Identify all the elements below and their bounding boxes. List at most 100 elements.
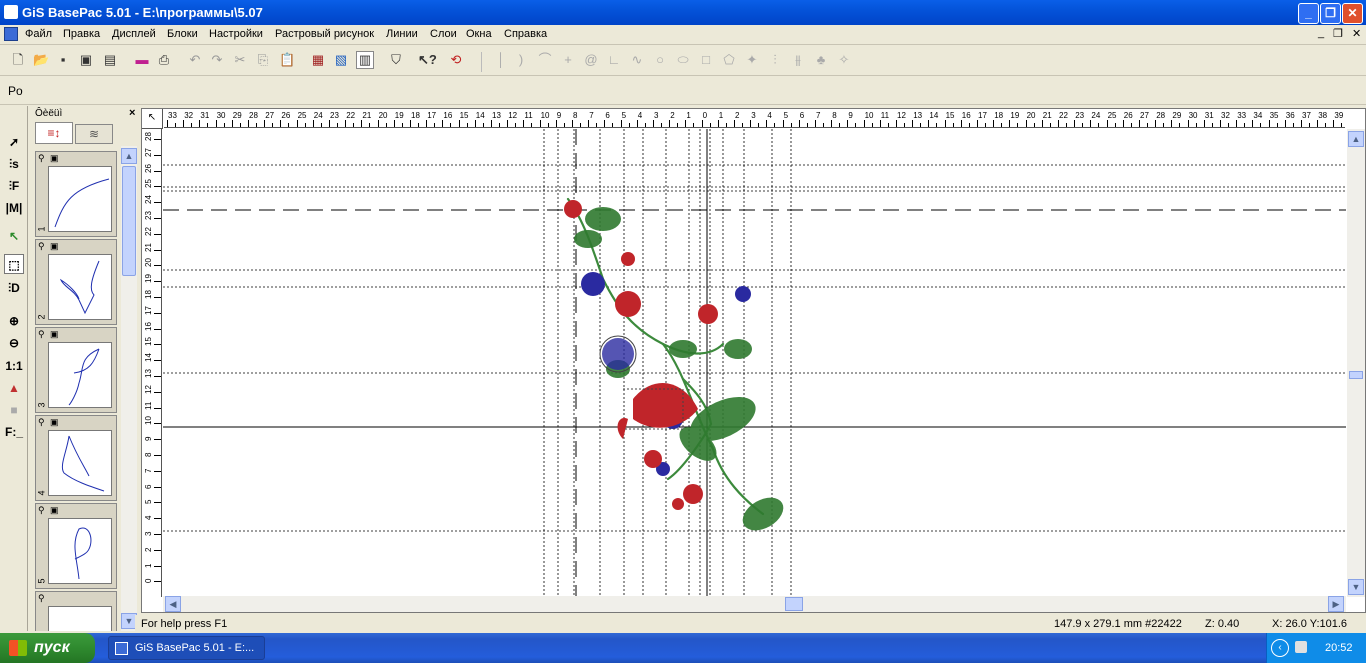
menu-raster[interactable]: Растровый рисунок (275, 28, 374, 40)
line-tool-icon[interactable]: │ (492, 51, 510, 69)
magic-wand-icon[interactable]: ✦ (743, 51, 761, 69)
visibility-icon[interactable]: ⚲ (38, 153, 45, 164)
doc-icon[interactable] (4, 27, 18, 41)
fill-tool-icon[interactable]: ⫶F (4, 176, 24, 196)
menu-edit[interactable]: Правка (63, 28, 100, 40)
menu-windows[interactable]: Окна (466, 28, 492, 40)
menu-layers[interactable]: Слои (430, 28, 457, 40)
menu-lines[interactable]: Линии (386, 28, 418, 40)
layer-thumb[interactable]: ⚲ ▣ 5 (35, 503, 117, 589)
layer-scroll-thumb[interactable] (122, 166, 136, 276)
paste-icon[interactable]: 📋 (278, 51, 296, 69)
scroll-down-icon[interactable]: ▼ (1348, 579, 1364, 595)
refresh-icon[interactable]: ⟲ (447, 51, 465, 69)
layer-scrollbar[interactable]: ▲ ▼ (121, 146, 137, 631)
layer-thumb[interactable]: ⚲ (35, 591, 117, 631)
motif-tool-icon[interactable]: |M| (4, 198, 24, 218)
scroll-right-icon[interactable]: ▶ (1328, 596, 1344, 612)
menu-display[interactable]: Дисплей (112, 28, 156, 40)
lock-icon[interactable]: ▣ (50, 241, 59, 252)
menu-file[interactable]: Файл (25, 28, 52, 40)
lock-icon[interactable]: ▣ (50, 505, 59, 516)
align-tool-icon[interactable]: ⫵ (789, 51, 807, 69)
layer-panel-close-icon[interactable]: × (129, 107, 135, 119)
disabled-tool-icon[interactable]: ■ (4, 400, 24, 420)
polyline-tool-icon[interactable]: ∿ (628, 51, 646, 69)
minimize-button[interactable]: _ (1298, 3, 1319, 24)
ruler-corner-icon[interactable]: ↖ (142, 109, 163, 129)
zoom-1-1-label[interactable]: 1:1 (4, 356, 24, 376)
tab-layers[interactable]: ≋ (75, 124, 113, 144)
color-shapes-icon[interactable]: ▲ (4, 378, 24, 398)
rectangle-tool-icon[interactable]: □ (697, 51, 715, 69)
menu-help[interactable]: Справка (504, 28, 547, 40)
new-file-icon[interactable]: 🗋 (9, 51, 27, 69)
tray-expand-icon[interactable]: ‹ (1271, 639, 1289, 657)
ellipse-tool-icon[interactable]: ⬭ (674, 51, 692, 69)
po-label[interactable]: Po (8, 84, 23, 98)
help-pointer-icon[interactable]: ↖? (417, 51, 437, 69)
mdi-close-button[interactable]: ✕ (1352, 27, 1361, 40)
arc-tool-icon[interactable]: ) (512, 51, 530, 69)
tab-colors[interactable]: ≡↕ (35, 122, 73, 144)
zoom-in-icon[interactable]: ⊕ (4, 311, 24, 331)
rect-select-icon[interactable]: ⬚ (4, 254, 24, 274)
group-tool-icon[interactable]: ♣ (812, 51, 830, 69)
lock-icon[interactable]: ▣ (50, 417, 59, 428)
maximize-button[interactable]: ❐ (1320, 3, 1341, 24)
effect-tool-icon[interactable]: ✧ (835, 51, 853, 69)
digitize-tool-icon[interactable]: ⫶D (4, 278, 24, 298)
spiral-tool-icon[interactable]: @ (582, 51, 600, 69)
layer-thumb[interactable]: ⚲ ▣ 1 (35, 151, 117, 237)
visibility-icon[interactable]: ⚲ (38, 417, 45, 428)
vertical-scrollbar[interactable]: ▲ ▼ (1347, 129, 1365, 597)
layer-thumb[interactable]: ⚲ ▣ 4 (35, 415, 117, 501)
polygon-tool-icon[interactable]: ⬠ (720, 51, 738, 69)
mdi-restore-button[interactable]: ❐ (1333, 27, 1343, 40)
print-icon[interactable]: ⎙ (155, 51, 173, 69)
scroll-up-icon[interactable]: ▲ (1348, 131, 1364, 147)
circle-tool-icon[interactable]: ○ (651, 51, 669, 69)
start-button[interactable]: пуск (0, 633, 95, 663)
scroll-left-icon[interactable]: ◀ (165, 596, 181, 612)
v-scroll-thumb[interactable] (1349, 371, 1363, 379)
design-icon[interactable]: ▦ (309, 51, 327, 69)
cross-tool-icon[interactable]: + (559, 51, 577, 69)
machine-icon[interactable]: ▬ (133, 51, 151, 69)
menu-blocks[interactable]: Блоки (167, 28, 198, 40)
grid-icon[interactable]: ▥ (356, 51, 374, 69)
lock-icon[interactable]: ▣ (50, 153, 59, 164)
taskbar-item-gis[interactable]: GiS BasePac 5.01 - E:... (108, 636, 265, 660)
stitch-icon[interactable]: ▤ (101, 51, 119, 69)
h-scroll-thumb[interactable] (785, 597, 803, 611)
horizontal-scrollbar[interactable]: ◀ ▶ (163, 596, 1346, 612)
open-folder-icon[interactable]: 📂 (32, 51, 50, 69)
cut-icon[interactable]: ✂ (231, 51, 249, 69)
visibility-icon[interactable]: ⚲ (38, 329, 45, 340)
node-edit-icon[interactable]: ↖ (4, 226, 24, 246)
speaker-icon[interactable] (1295, 641, 1307, 653)
lock-icon[interactable]: ▣ (50, 329, 59, 340)
undo-icon[interactable]: ↶ (186, 51, 204, 69)
drawing-area[interactable] (163, 129, 1346, 597)
colors-icon[interactable]: ▧ (332, 51, 350, 69)
menu-settings[interactable]: Настройки (209, 28, 263, 40)
save-icon[interactable]: ▪ (54, 51, 72, 69)
scroll-up-icon[interactable]: ▲ (121, 148, 137, 164)
visibility-icon[interactable]: ⚲ (38, 505, 45, 516)
redo-icon[interactable]: ↷ (208, 51, 226, 69)
mdi-minimize-button[interactable]: _ (1318, 27, 1324, 39)
function-label[interactable]: F:_ (4, 422, 24, 442)
save-all-icon[interactable]: ▣ (77, 51, 95, 69)
shield-icon[interactable]: ⛉ (387, 51, 405, 69)
select-arrow-icon[interactable]: ➚ (4, 132, 24, 152)
embroidery-design[interactable] (163, 129, 1346, 597)
satin-tool-icon[interactable]: ⫶s (4, 154, 24, 174)
close-button[interactable]: ✕ (1342, 3, 1363, 24)
zoom-out-icon[interactable]: ⊖ (4, 333, 24, 353)
layer-thumb[interactable]: ⚲ ▣ 2 (35, 239, 117, 325)
curve-tool-icon[interactable]: ⌒ (536, 51, 554, 69)
visibility-icon[interactable]: ⚲ (38, 241, 45, 252)
layer-thumb[interactable]: ⚲ ▣ 3 (35, 327, 117, 413)
copy-icon[interactable]: ⎘ (254, 51, 272, 69)
